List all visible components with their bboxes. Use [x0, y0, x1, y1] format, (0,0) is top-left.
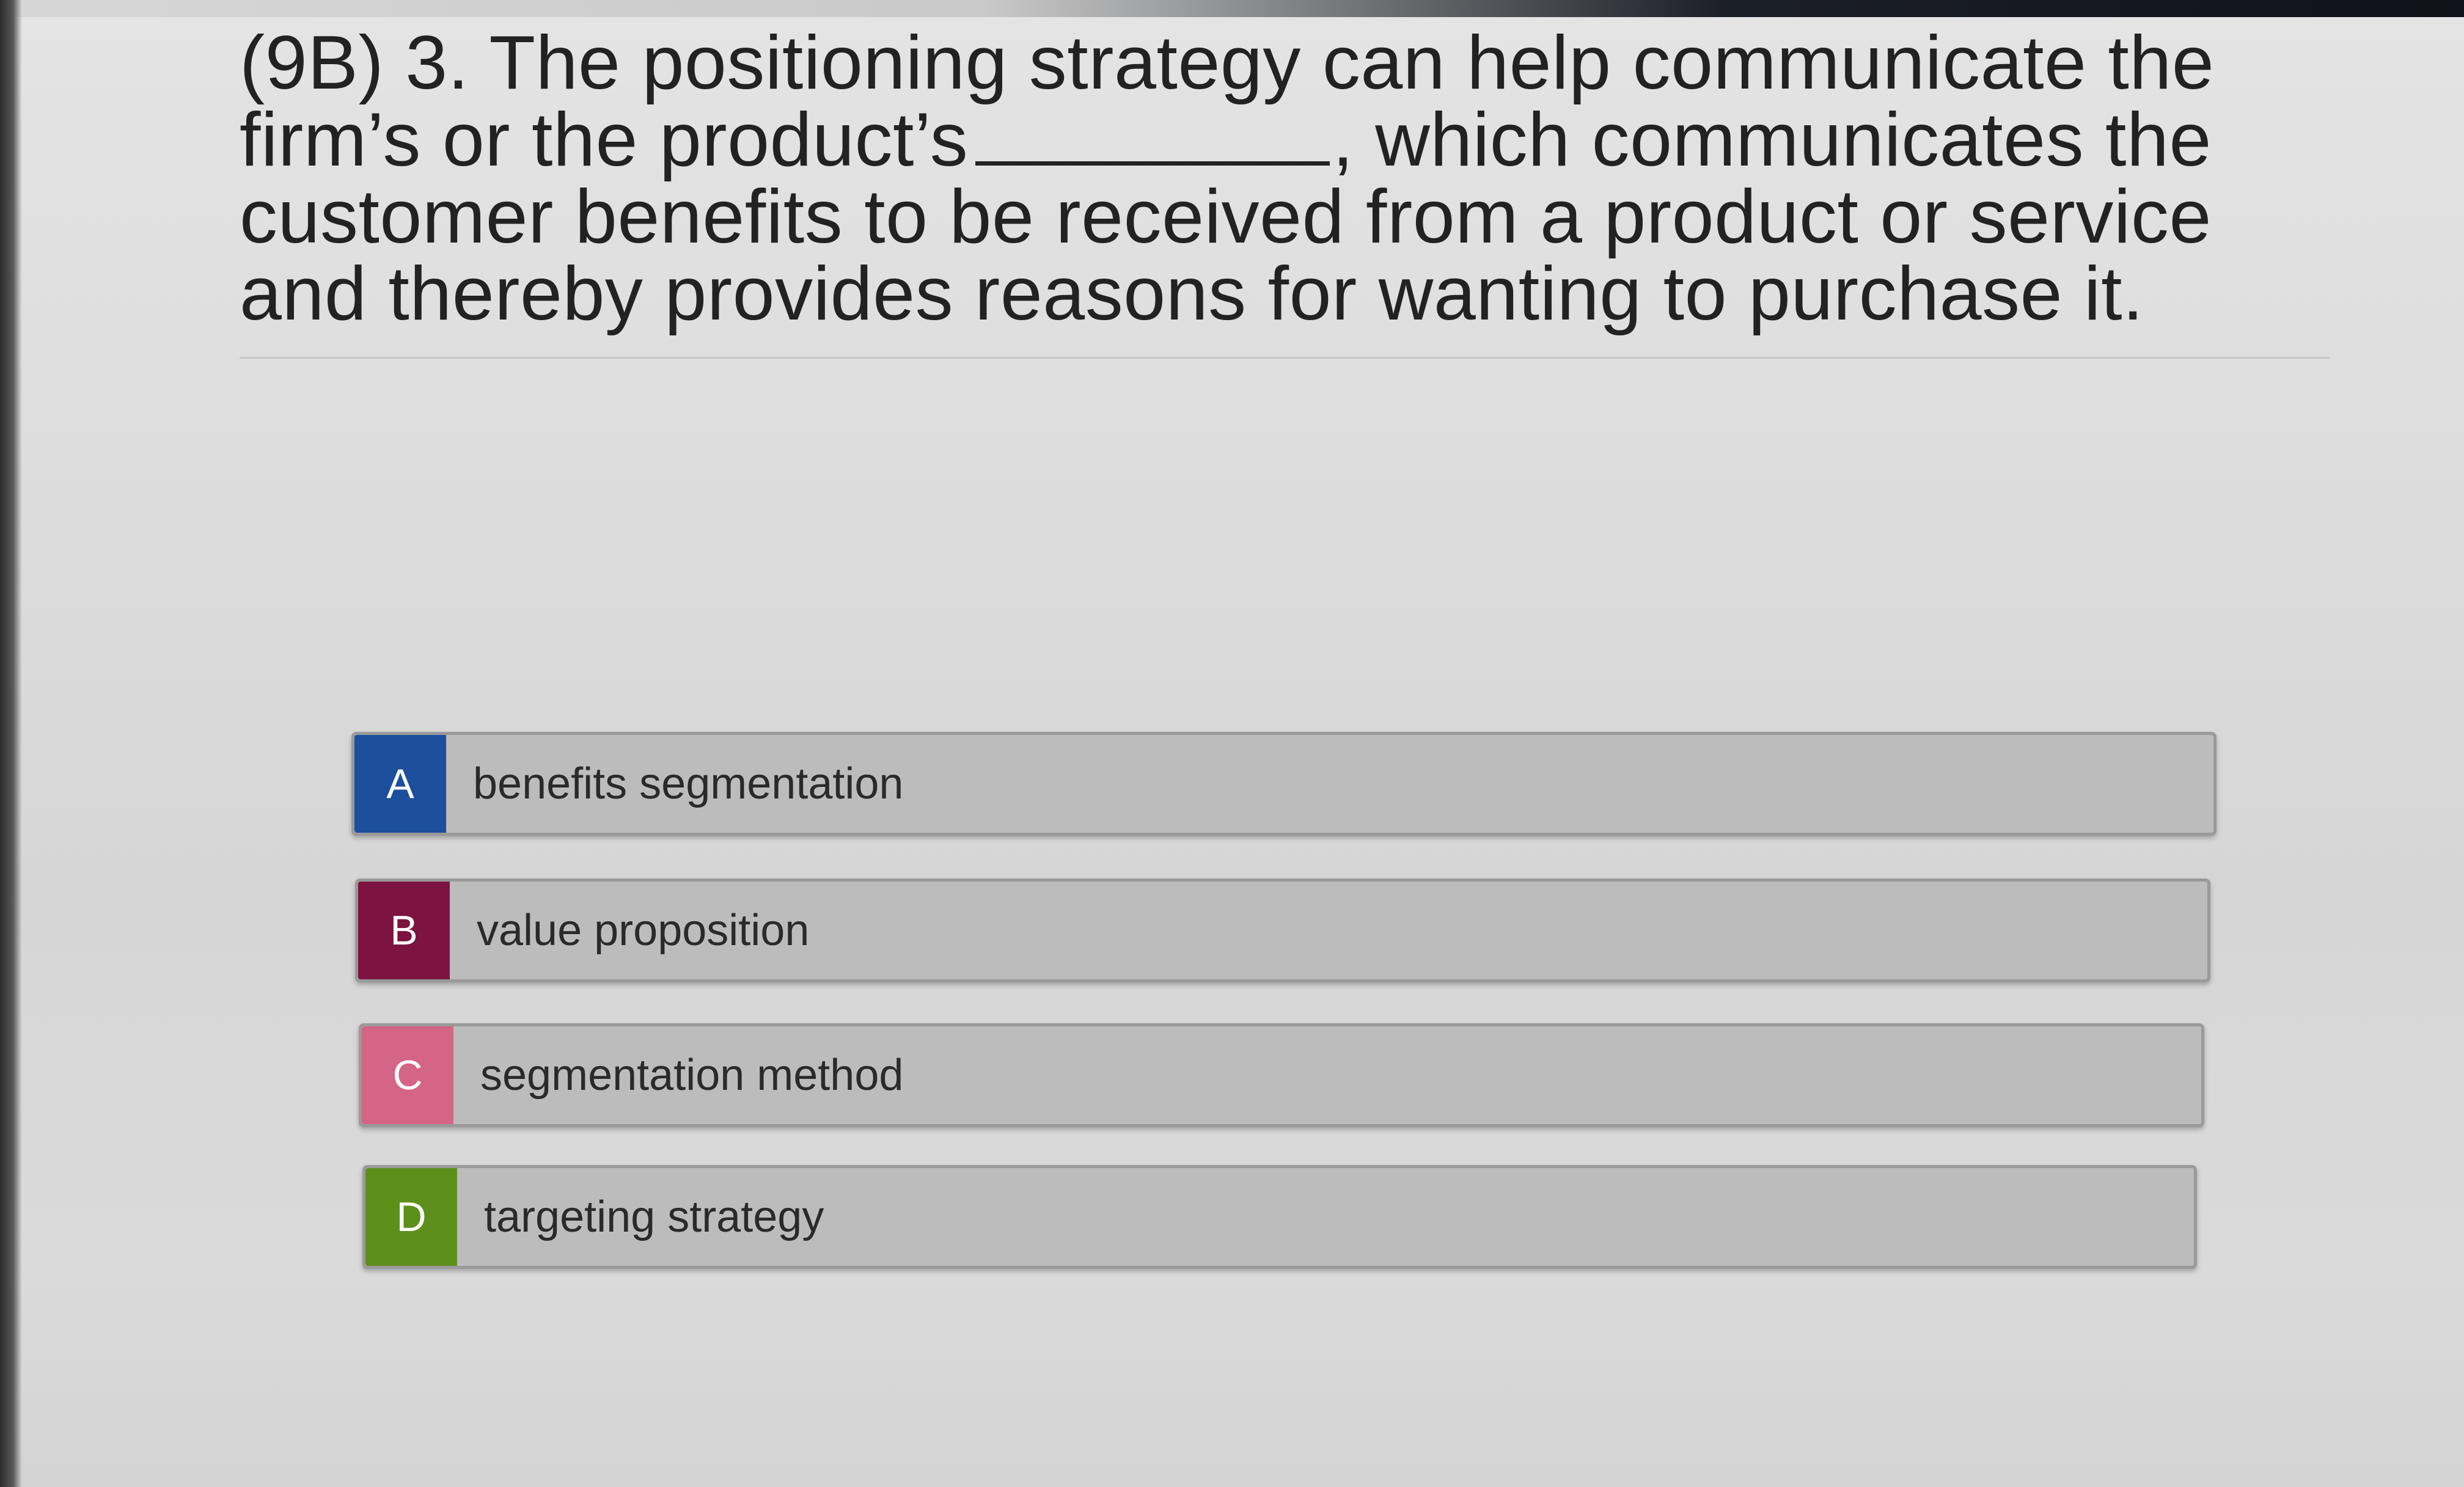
- option-d-label: targeting strategy: [484, 1193, 824, 1241]
- option-c-letter-badge: C: [362, 1026, 453, 1124]
- option-a-letter-badge: A: [354, 735, 446, 833]
- option-a[interactable]: A benefits segmentation: [351, 732, 2216, 836]
- option-d-letter-badge: D: [365, 1168, 457, 1266]
- option-d[interactable]: D targeting strategy: [362, 1165, 2197, 1269]
- option-c-label: segmentation method: [480, 1051, 904, 1100]
- option-b[interactable]: B value proposition: [355, 879, 2210, 982]
- quiz-screen: (9B) 3. The positioning strategy can hel…: [0, 0, 2464, 1487]
- answer-options: A benefits segmentation B value proposit…: [0, 0, 2464, 1487]
- option-c[interactable]: C segmentation method: [359, 1023, 2204, 1127]
- option-b-letter-badge: B: [358, 882, 450, 979]
- option-b-label: value proposition: [477, 906, 810, 955]
- option-a-label: benefits segmentation: [473, 759, 904, 808]
